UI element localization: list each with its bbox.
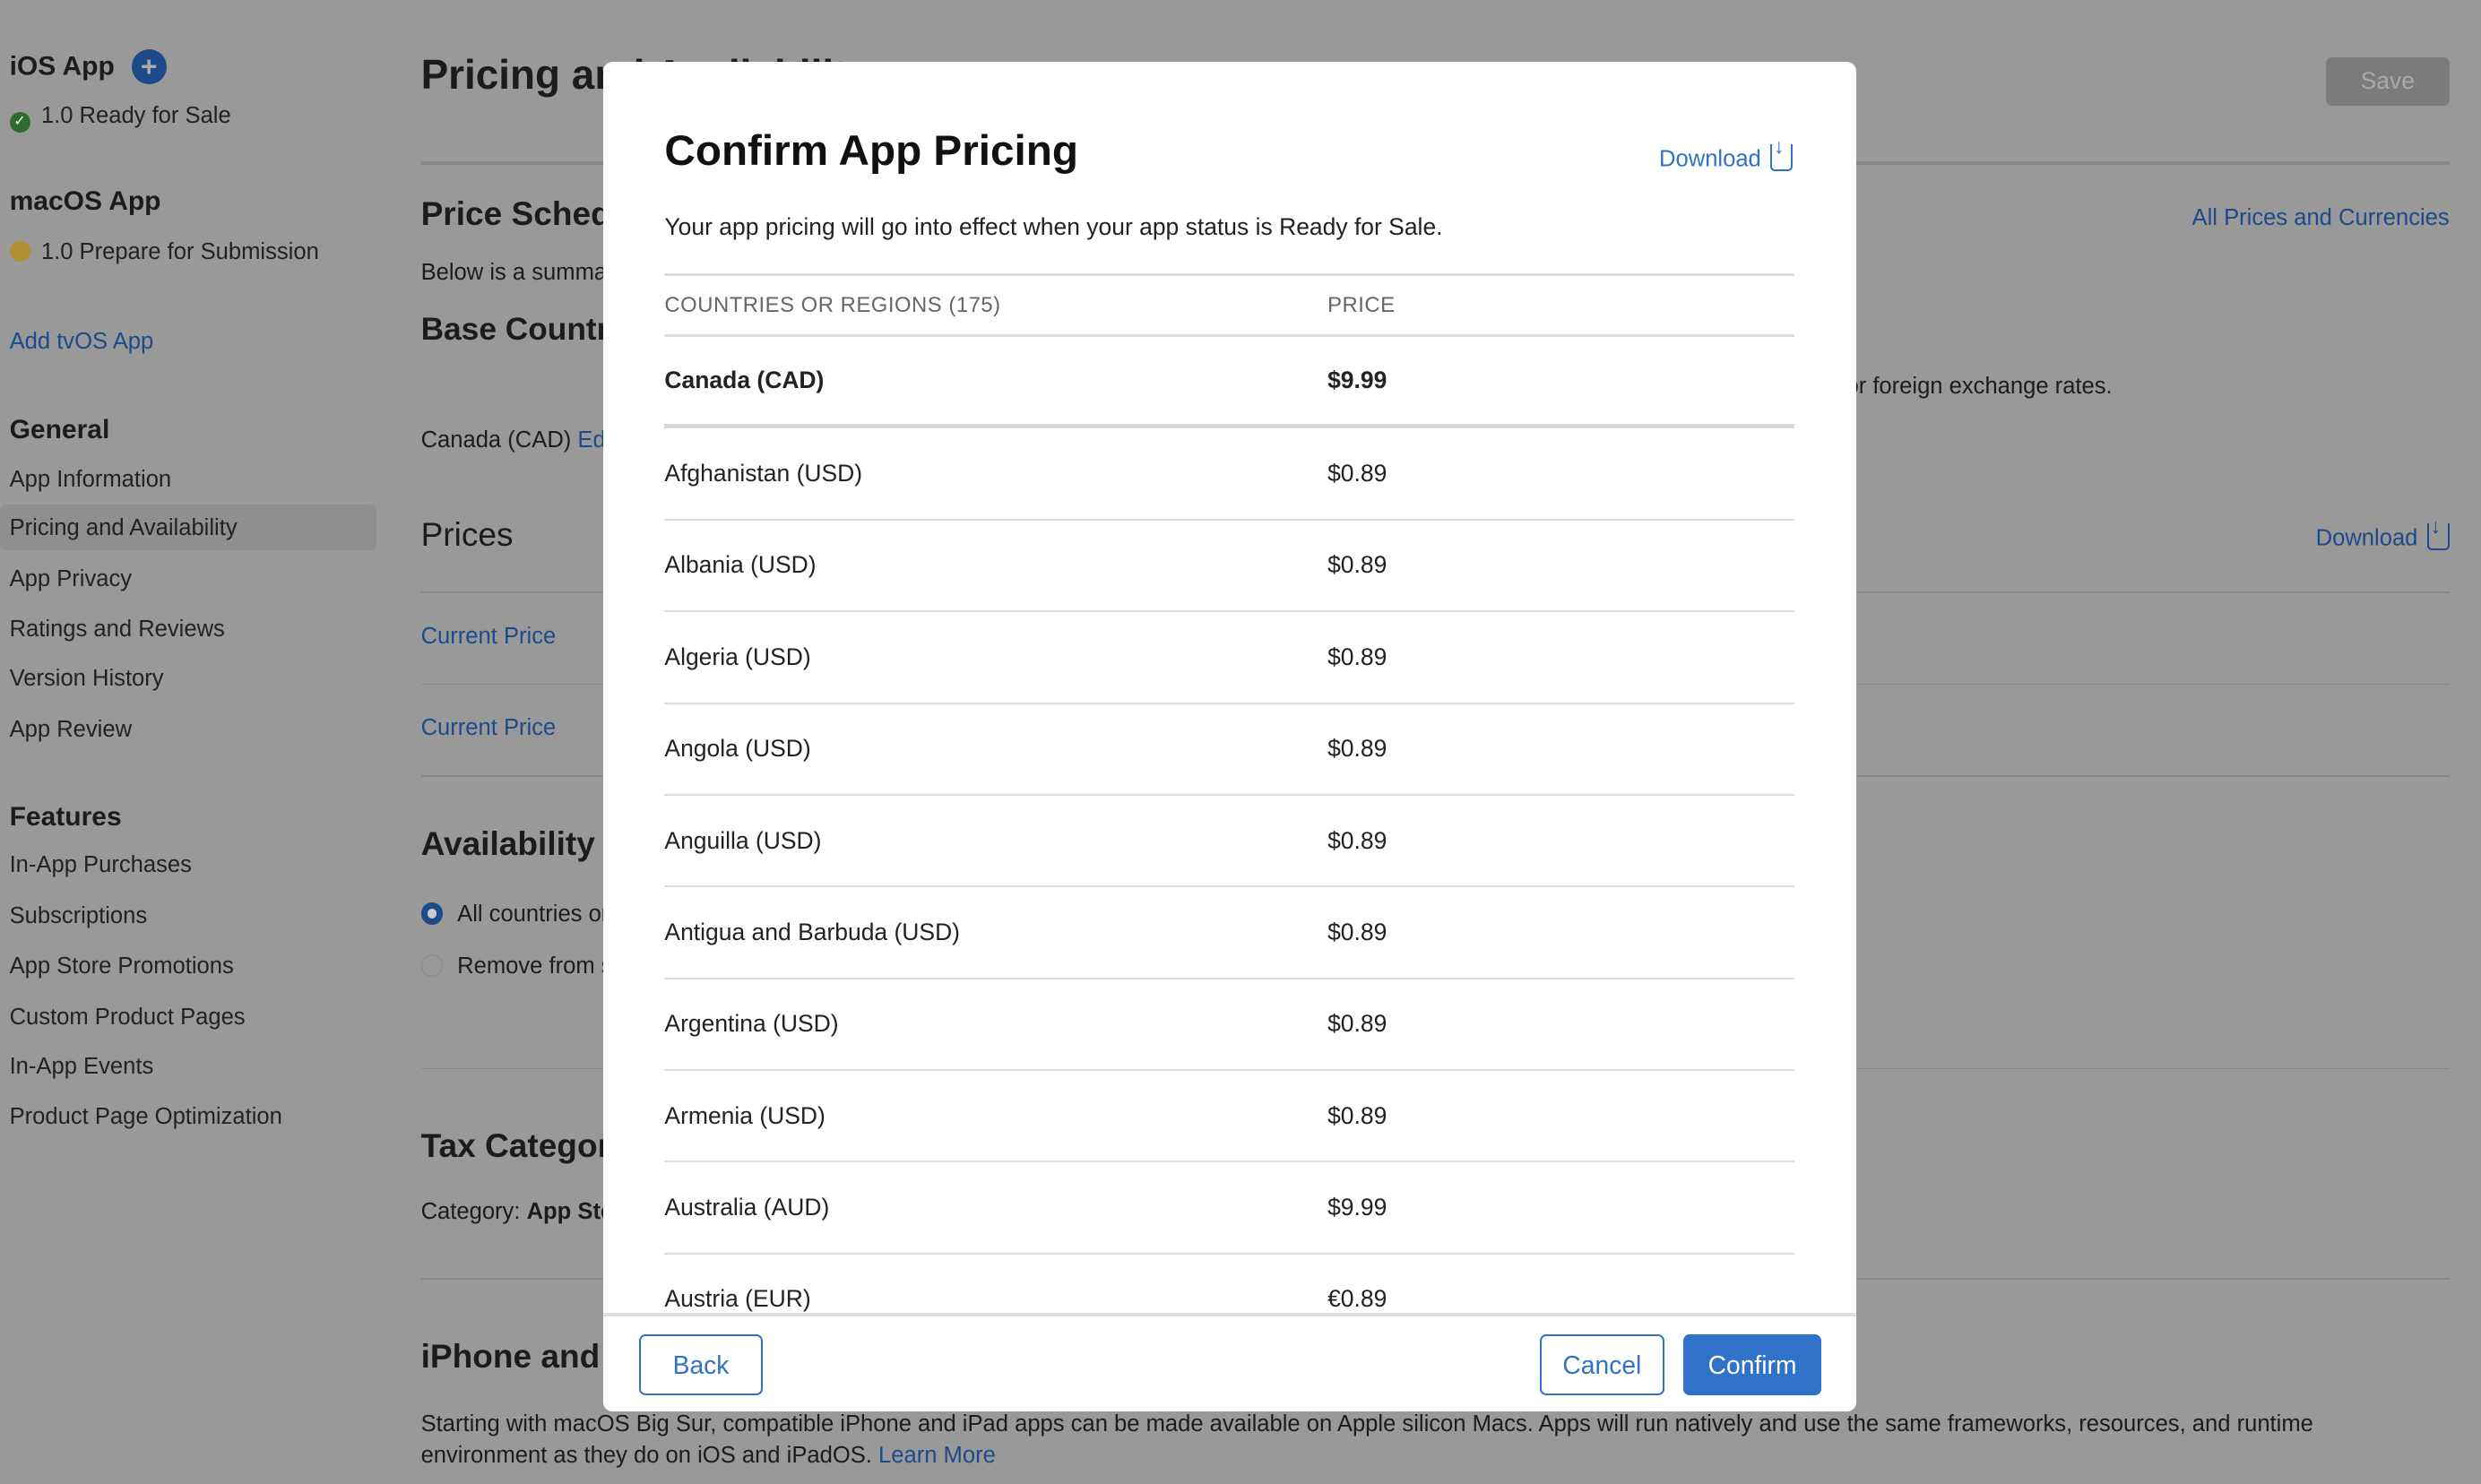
price-cell: $0.89 <box>1327 918 1387 945</box>
price-cell: $0.89 <box>1327 551 1387 579</box>
table-row: Afghanistan (USD) $0.89 <box>664 428 1794 521</box>
price-cell: $0.89 <box>1327 826 1387 854</box>
cancel-button[interactable]: Cancel <box>1539 1333 1665 1396</box>
country-cell: Anguilla (USD) <box>664 826 822 854</box>
price-cell: $0.89 <box>1327 1010 1387 1038</box>
ios-status[interactable]: ✓ 1.0 Ready for Sale <box>9 102 231 134</box>
macos-status-label: 1.0 Prepare for Submission <box>40 238 319 264</box>
price-cell: $0.89 <box>1327 460 1387 487</box>
price-cell: $0.89 <box>1327 643 1387 670</box>
all-prices-link[interactable]: All Prices and Currencies <box>2192 205 2450 231</box>
table-row: Austria (EUR) €0.89 <box>664 1255 1794 1315</box>
radio-unselected-icon <box>420 954 444 977</box>
general-header: General <box>9 414 110 444</box>
apple-silicon-description: Starting with macOS Big Sur, compatible … <box>420 1411 2313 1437</box>
country-cell: Australia (AUD) <box>664 1194 830 1221</box>
table-row: Angola (USD) $0.89 <box>664 704 1794 796</box>
table-header: COUNTRIES OR REGIONS (175) PRICE <box>664 273 1794 337</box>
check-circle-icon: ✓ <box>9 112 30 134</box>
base-country-row: Canada (CAD) $9.99 <box>664 337 1794 429</box>
column-header-country: COUNTRIES OR REGIONS (175) <box>664 292 1001 317</box>
clock-icon <box>9 241 30 263</box>
table-row: Armenia (USD) $0.89 <box>664 1071 1794 1163</box>
macos-app-heading: macOS App <box>9 186 161 217</box>
country-cell: Afghanistan (USD) <box>664 460 863 487</box>
price-cell: $0.89 <box>1327 735 1387 763</box>
confirm-pricing-dialog: Confirm App Pricing Download Your app pr… <box>602 61 1856 1411</box>
current-price-link[interactable]: Current Price <box>421 715 557 741</box>
price-cell: $0.89 <box>1327 1101 1387 1129</box>
dialog-subtitle: Your app pricing will go into effect whe… <box>664 213 1443 241</box>
apple-silicon-description-cont: environment as they do on iOS and iPadOS… <box>420 1442 872 1468</box>
ios-status-label: 1.0 Ready for Sale <box>40 102 231 128</box>
sidebar-item-version-history[interactable]: Version History <box>10 666 164 692</box>
category-label: Category: <box>420 1199 521 1225</box>
country-cell: Austria (EUR) <box>664 1285 811 1313</box>
current-price-link[interactable]: Current Price <box>421 624 557 650</box>
prices-heading: Prices <box>420 515 514 554</box>
ios-app-label: iOS App <box>9 50 115 81</box>
sidebar-item-in-app-events[interactable]: In-App Events <box>10 1054 154 1080</box>
radio-selected-icon <box>420 902 444 925</box>
sidebar-item-custom-product-pages[interactable]: Custom Product Pages <box>10 1005 246 1031</box>
confirm-button[interactable]: Confirm <box>1683 1333 1821 1396</box>
sidebar-item-app-privacy[interactable]: App Privacy <box>10 566 132 592</box>
learn-more-link[interactable]: Learn More <box>878 1443 996 1468</box>
sidebar-item-pricing-and-availability[interactable]: Pricing and Availability <box>10 515 238 541</box>
save-button[interactable]: Save <box>2325 56 2450 107</box>
country-cell: Albania (USD) <box>664 551 817 579</box>
country-cell: Algeria (USD) <box>664 643 811 670</box>
prices-download-link[interactable]: Download <box>2315 514 2450 552</box>
features-header: Features <box>9 802 122 832</box>
app-store-connect-page: iOS App + ✓ 1.0 Ready for Sale macOS App … <box>0 0 2481 1484</box>
price-cell: $9.99 <box>1327 1194 1387 1221</box>
sidebar-item-in-app-purchases[interactable]: In-App Purchases <box>10 852 192 878</box>
country-cell: Canada (CAD) <box>664 367 825 394</box>
country-cell: Argentina (USD) <box>664 1010 839 1038</box>
country-cell: Angola (USD) <box>664 735 811 763</box>
add-tvos-app-link[interactable]: Add tvOS App <box>10 329 154 355</box>
sidebar-item-app-review[interactable]: App Review <box>10 717 132 743</box>
table-row: Albania (USD) $0.89 <box>664 521 1794 613</box>
table-row: Australia (AUD) $9.99 <box>664 1162 1794 1255</box>
dialog-title: Confirm App Pricing <box>664 127 1078 176</box>
back-button[interactable]: Back <box>639 1333 763 1396</box>
country-cell: Armenia (USD) <box>664 1101 826 1129</box>
macos-status[interactable]: 1.0 Prepare for Submission <box>9 238 319 265</box>
tax-category-heading: Tax Category <box>420 1126 629 1164</box>
country-cell: Antigua and Barbuda (USD) <box>664 918 961 945</box>
column-header-price: PRICE <box>1327 292 1396 317</box>
sidebar-item-product-page-optimization[interactable]: Product Page Optimization <box>10 1104 282 1130</box>
ios-app-heading: iOS App + <box>9 48 167 84</box>
sidebar-item-ratings-and-reviews[interactable]: Ratings and Reviews <box>10 617 225 643</box>
table-row: Anguilla (USD) $0.89 <box>664 796 1794 888</box>
table-row: Argentina (USD) $0.89 <box>664 979 1794 1071</box>
dialog-footer: Back Cancel Confirm <box>602 1313 1856 1411</box>
table-row: Antigua and Barbuda (USD) $0.89 <box>664 887 1794 979</box>
download-label: Download <box>2315 526 2418 552</box>
price-cell: $9.99 <box>1327 367 1387 394</box>
add-platform-plus-icon[interactable]: + <box>131 48 167 84</box>
dialog-download-link[interactable]: Download <box>1659 134 1794 173</box>
sidebar-item-app-information[interactable]: App Information <box>10 467 172 493</box>
download-label: Download <box>1659 146 1761 172</box>
download-icon <box>2426 514 2450 551</box>
pricing-table[interactable]: COUNTRIES OR REGIONS (175) PRICE Canada (… <box>664 273 1794 1315</box>
availability-heading: Availability <box>420 824 595 862</box>
download-icon <box>1770 134 1794 171</box>
table-row: Algeria (USD) $0.89 <box>664 612 1794 704</box>
price-cell: €0.89 <box>1327 1285 1387 1313</box>
sidebar-item-app-store-promotions[interactable]: App Store Promotions <box>10 953 234 979</box>
sidebar-item-subscriptions[interactable]: Subscriptions <box>10 903 148 929</box>
base-country-value: Canada (CAD) <box>420 427 572 453</box>
